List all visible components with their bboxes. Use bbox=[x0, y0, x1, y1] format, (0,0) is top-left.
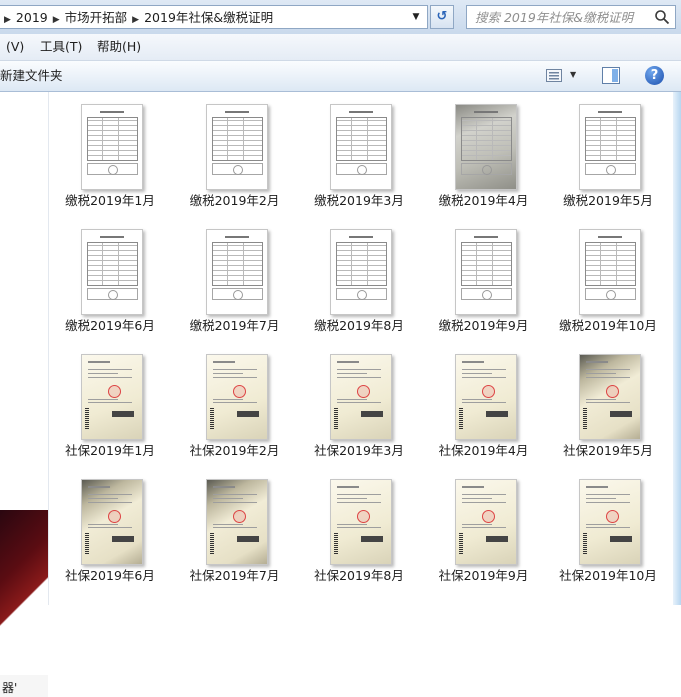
new-folder-button[interactable]: 新建文件夹 bbox=[0, 68, 63, 84]
file-thumbnail bbox=[454, 354, 517, 440]
desktop-background bbox=[0, 510, 48, 670]
file-name: 社保2019年7月 bbox=[189, 568, 280, 583]
file-item[interactable]: 社保2019年9月 bbox=[424, 467, 544, 585]
file-item[interactable]: 缴税2019年3月 bbox=[299, 92, 419, 210]
refresh-icon[interactable]: ↺ bbox=[430, 5, 454, 29]
file-thumbnail bbox=[330, 479, 392, 565]
file-item[interactable]: 社保2019年7月 bbox=[175, 467, 295, 585]
file-name: 社保2019年4月 bbox=[438, 443, 529, 458]
file-name: 社保2019年9月 bbox=[438, 568, 529, 583]
file-thumbnail bbox=[330, 104, 392, 190]
file-thumbnail bbox=[81, 354, 143, 440]
file-item[interactable]: 社保2019年4月 bbox=[424, 342, 544, 460]
file-name: 缴税2019年4月 bbox=[438, 193, 529, 208]
file-item[interactable]: 缴税2019年7月 bbox=[175, 217, 295, 335]
file-item[interactable]: 缴税2019年6月 bbox=[50, 217, 170, 335]
file-name: 缴税2019年3月 bbox=[314, 193, 404, 208]
file-thumbnail bbox=[330, 354, 392, 440]
file-item[interactable]: 缴税2019年9月 bbox=[424, 217, 544, 335]
file-item[interactable]: 缴税2019年4月 bbox=[424, 92, 544, 210]
nav-item-label: 器' bbox=[2, 681, 18, 695]
view-dropdown-icon[interactable]: ▼ bbox=[570, 70, 576, 79]
menu-tools[interactable]: 工具(T) bbox=[40, 39, 82, 55]
file-thumbnail bbox=[205, 354, 268, 440]
preview-pane-icon[interactable] bbox=[602, 67, 620, 84]
file-thumbnail bbox=[330, 229, 392, 315]
file-name: 缴税2019年2月 bbox=[189, 193, 280, 208]
help-icon[interactable]: ? bbox=[645, 66, 664, 85]
file-thumbnail bbox=[205, 104, 268, 190]
file-thumbnail bbox=[454, 479, 517, 565]
file-item[interactable]: 社保2019年2月 bbox=[175, 342, 295, 460]
address-bar[interactable]: ▶ 2019 ▶ 市场开拓部 ▶ 2019年社保&缴税证明 ▼ bbox=[0, 5, 428, 29]
file-thumbnail bbox=[205, 479, 268, 565]
file-item[interactable]: 缴税2019年2月 bbox=[175, 92, 295, 210]
nav-item[interactable]: 器' bbox=[0, 675, 48, 697]
chevron-right-icon[interactable]: ▶ bbox=[51, 15, 62, 25]
file-item[interactable]: 社保2019年3月 bbox=[299, 342, 419, 460]
file-item[interactable]: 缴税2019年10月 bbox=[548, 217, 668, 335]
menu-view[interactable]: (V) bbox=[6, 39, 24, 55]
file-name: 社保2019年6月 bbox=[65, 568, 155, 583]
file-name: 缴税2019年7月 bbox=[189, 318, 280, 333]
file-item[interactable]: 缴税2019年8月 bbox=[299, 217, 419, 335]
command-bar: 新建文件夹 ▼ ? bbox=[0, 61, 681, 92]
file-name: 社保2019年1月 bbox=[65, 443, 155, 458]
file-thumbnail bbox=[81, 104, 143, 190]
navigation-pane[interactable]: 器' bbox=[0, 92, 49, 697]
file-thumbnail bbox=[579, 229, 641, 315]
file-name: 缴税2019年8月 bbox=[314, 318, 404, 333]
file-name: 社保2019年8月 bbox=[314, 568, 404, 583]
file-name: 缴税2019年6月 bbox=[65, 318, 155, 333]
chevron-right-icon[interactable]: ▶ bbox=[130, 15, 141, 25]
menu-bar: (V) 工具(T) 帮助(H) bbox=[0, 34, 681, 61]
file-name: 缴税2019年1月 bbox=[65, 193, 155, 208]
address-bar-row: ▶ 2019 ▶ 市场开拓部 ▶ 2019年社保&缴税证明 ▼ ↺ 搜索 2019年社保&… bbox=[0, 0, 681, 34]
file-grid: 缴税2019年1月 缴税2019年2月 缴税2019年3月 缴税2019年4月 缴税20… bbox=[48, 92, 673, 605]
file-thumbnail bbox=[205, 229, 268, 315]
address-history-dropdown-icon[interactable]: ▼ bbox=[409, 9, 423, 25]
file-item[interactable]: 社保2019年6月 bbox=[50, 467, 170, 585]
file-thumbnail bbox=[579, 479, 641, 565]
file-thumbnail bbox=[81, 229, 143, 315]
file-thumbnail bbox=[579, 354, 641, 440]
file-item[interactable]: 缴税2019年1月 bbox=[50, 92, 170, 210]
file-thumbnail bbox=[454, 229, 517, 315]
view-icon[interactable] bbox=[546, 69, 562, 82]
file-name: 缴税2019年9月 bbox=[438, 318, 529, 333]
file-item[interactable]: 社保2019年1月 bbox=[50, 342, 170, 460]
breadcrumb-item[interactable]: 市场开拓部 bbox=[62, 10, 131, 25]
search-placeholder: 搜索 2019年社保&缴税证明 bbox=[475, 10, 634, 25]
file-thumbnail bbox=[579, 104, 641, 190]
breadcrumb-item[interactable]: 2019年社保&缴税证明 bbox=[141, 10, 276, 25]
file-item[interactable]: 社保2019年5月 bbox=[548, 342, 668, 460]
file-name: 社保2019年5月 bbox=[563, 443, 653, 458]
search-input[interactable]: 搜索 2019年社保&缴税证明 bbox=[466, 5, 676, 29]
file-item[interactable]: 缴税2019年5月 bbox=[548, 92, 668, 210]
file-name: 社保2019年2月 bbox=[189, 443, 280, 458]
breadcrumb-item[interactable]: 2019 bbox=[13, 10, 51, 25]
chevron-right-icon[interactable]: ▶ bbox=[2, 15, 13, 25]
search-icon[interactable] bbox=[654, 9, 670, 25]
file-name: 社保2019年10月 bbox=[559, 568, 657, 583]
file-thumbnail bbox=[454, 104, 517, 190]
file-item[interactable]: 社保2019年8月 bbox=[299, 467, 419, 585]
file-name: 社保2019年3月 bbox=[314, 443, 404, 458]
file-item[interactable]: 社保2019年10月 bbox=[548, 467, 668, 585]
menu-help[interactable]: 帮助(H) bbox=[97, 39, 141, 55]
file-name: 缴税2019年5月 bbox=[563, 193, 653, 208]
file-name: 缴税2019年10月 bbox=[559, 318, 657, 333]
breadcrumb: ▶ 2019 ▶ 市场开拓部 ▶ 2019年社保&缴税证明 bbox=[2, 9, 276, 27]
file-thumbnail bbox=[81, 479, 143, 565]
window-edge bbox=[673, 92, 681, 605]
